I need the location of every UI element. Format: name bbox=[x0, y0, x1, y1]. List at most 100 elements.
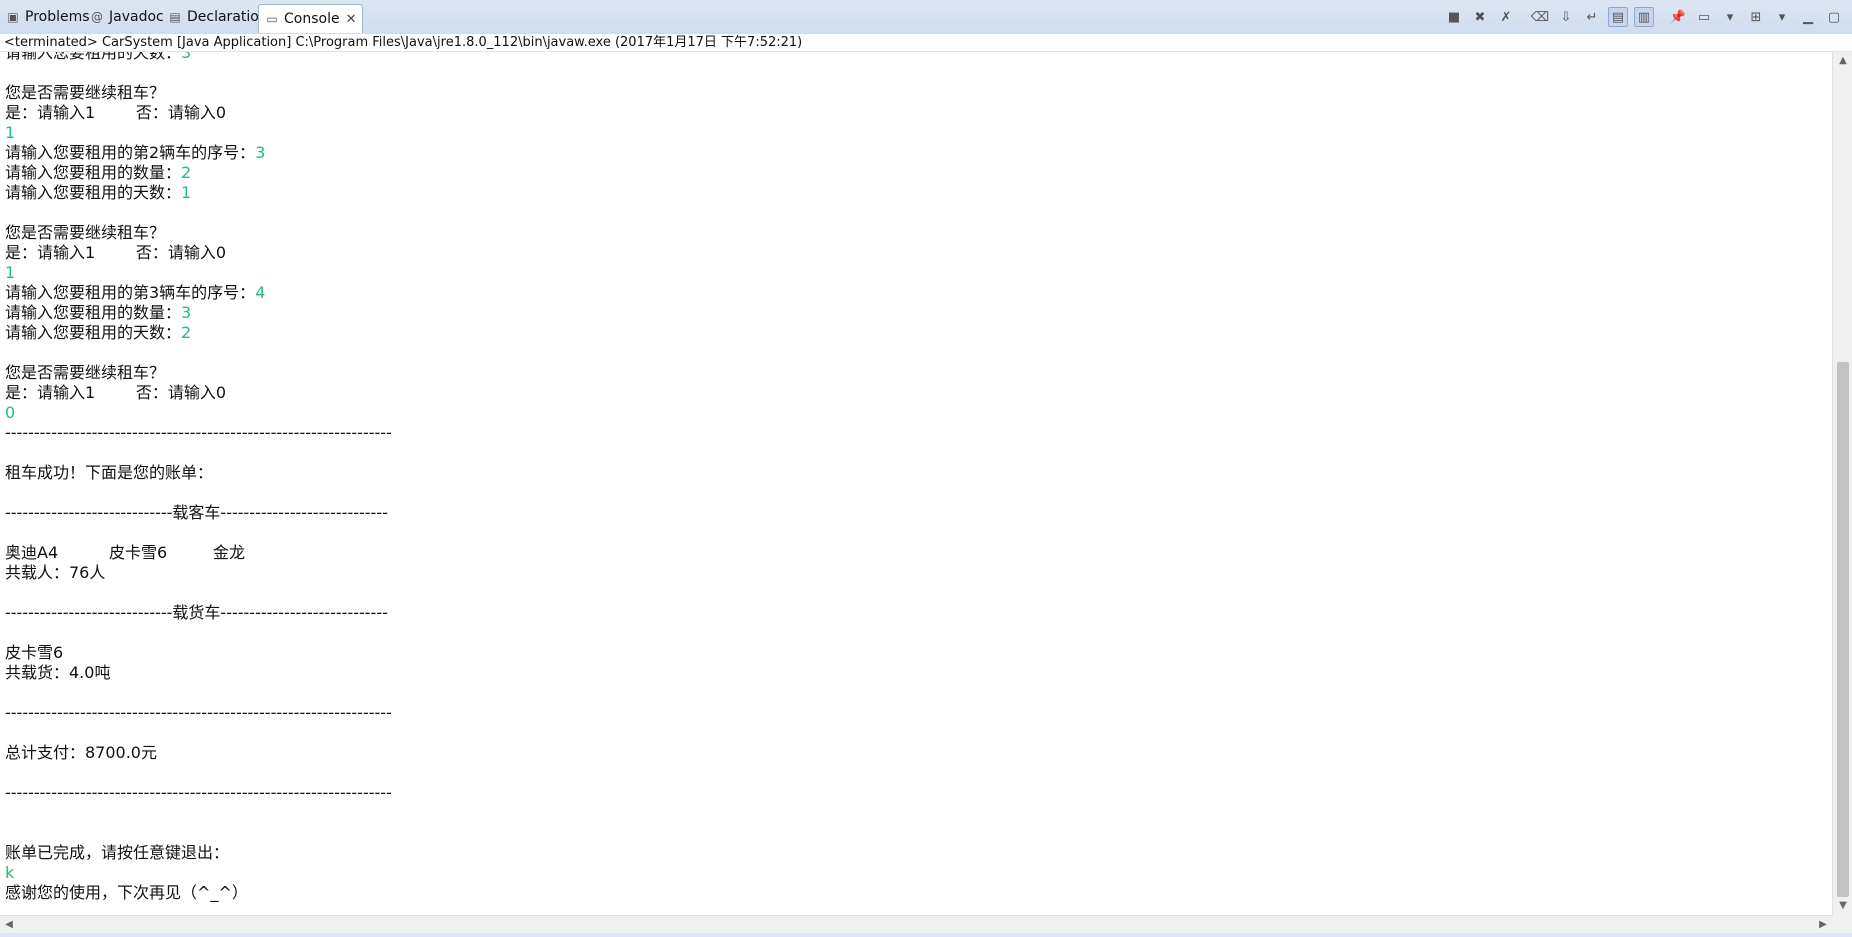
vertical-scrollbar[interactable]: ▲ ▼ bbox=[1832, 52, 1852, 915]
scroll-right-icon[interactable]: ▶ bbox=[1814, 916, 1832, 934]
console-output-text: 租车成功！下面是您的账单： bbox=[5, 463, 214, 482]
pin-console-icon[interactable]: 📌 bbox=[1668, 7, 1688, 27]
console-output-text: 您是否需要继续租车？ bbox=[5, 83, 166, 102]
scroll-down-icon[interactable]: ▼ bbox=[1833, 897, 1852, 915]
console-user-input: 3 bbox=[181, 303, 192, 322]
process-status-line: <terminated> CarSystem [Java Application… bbox=[0, 34, 1852, 52]
console-line: ----------------------------------------… bbox=[5, 703, 392, 723]
console-output-text: 共载人：76人 bbox=[5, 563, 106, 582]
console-lines: 请输入您要租用的天数：3 您是否需要继续租车？ 是：请输入1 否：请输入0 1 请输入您… bbox=[5, 52, 392, 903]
console-user-input: k bbox=[5, 863, 15, 882]
scroll-left-icon[interactable]: ◀ bbox=[0, 916, 18, 934]
tab-declaration[interactable]: ▤ Declaration bbox=[162, 4, 274, 30]
remove-all-terminated-icon[interactable]: ✗ bbox=[1496, 7, 1516, 27]
console-output-text: 请输入您要租用的天数： bbox=[5, 52, 182, 62]
horizontal-scrollbar[interactable]: ◀ ▶ bbox=[0, 915, 1832, 933]
console-line: 请输入您要租用的天数：3 bbox=[5, 52, 392, 63]
console-user-input: 1 bbox=[5, 123, 16, 142]
console-output-text: 感谢您的使用，下次再见（^_^） bbox=[5, 883, 248, 902]
console-output-text: ----------------------------------------… bbox=[5, 783, 392, 802]
open-console-dropdown-icon[interactable]: ▾ bbox=[1772, 7, 1792, 27]
console-user-input: 3 bbox=[255, 143, 266, 162]
console-line: 请输入您要租用的天数：2 bbox=[5, 323, 392, 343]
tab-label: Problems bbox=[25, 9, 90, 25]
console-output[interactable]: 请输入您要租用的天数：3 您是否需要继续租车？ 是：请输入1 否：请输入0 1 请输入您… bbox=[0, 52, 1830, 915]
console-output-text: 请输入您要租用的数量： bbox=[5, 303, 182, 322]
console-output-text: 奥迪A4 皮卡雪6 金龙 bbox=[5, 543, 245, 562]
console-output-text: ----------------------------------------… bbox=[5, 423, 392, 442]
show-on-stderr-icon[interactable]: ▥ bbox=[1634, 7, 1654, 27]
tab-javadoc[interactable]: @ Javadoc bbox=[84, 4, 170, 30]
terminate-icon[interactable]: ■ bbox=[1444, 7, 1464, 27]
open-console-icon[interactable]: ⊞ bbox=[1746, 7, 1766, 27]
console-line: 账单已完成，请按任意键退出： bbox=[5, 843, 392, 863]
scrollbar-thumb[interactable] bbox=[1837, 362, 1849, 897]
console-output-text: 请输入您要租用的第2辆车的序号： bbox=[5, 143, 256, 162]
console-output-text: 请输入您要租用的数量： bbox=[5, 163, 182, 182]
console-output-text: -----------------------------载货车--------… bbox=[5, 603, 388, 622]
console-output-text: 总计支付：8700.0元 bbox=[5, 743, 157, 762]
console-output-text: 皮卡雪6 bbox=[5, 643, 64, 662]
remove-launch-icon[interactable]: ✖ bbox=[1470, 7, 1490, 27]
console-line: 奥迪A4 皮卡雪6 金龙 bbox=[5, 543, 392, 563]
console-output-text: 是：请输入1 否：请输入0 bbox=[5, 243, 227, 262]
console-line: 共载人：76人 bbox=[5, 563, 392, 583]
console-user-input: 2 bbox=[181, 163, 192, 182]
console-output-text: 您是否需要继续租车？ bbox=[5, 363, 166, 382]
tab-label: Javadoc bbox=[109, 9, 164, 25]
console-line: 0 bbox=[5, 403, 392, 423]
console-user-input: 3 bbox=[181, 52, 192, 62]
console-output-text: 请输入您要租用的第3辆车的序号： bbox=[5, 283, 256, 302]
scroll-lock-icon[interactable]: ⇩ bbox=[1556, 7, 1576, 27]
console-line: 共载货：4.0吨 bbox=[5, 663, 392, 683]
console-output-text: ----------------------------------------… bbox=[5, 703, 392, 722]
console-output-text: 是：请输入1 否：请输入0 bbox=[5, 103, 227, 122]
show-on-stdout-icon[interactable]: ▤ bbox=[1608, 7, 1628, 27]
console-line: 总计支付：8700.0元 bbox=[5, 743, 392, 763]
display-console-dropdown-icon[interactable]: ▾ bbox=[1720, 7, 1740, 27]
tab-console[interactable]: ▭ Console ✕ bbox=[258, 4, 364, 33]
view-bottom-border bbox=[0, 933, 1852, 937]
console-line: 您是否需要继续租车？ bbox=[5, 223, 392, 243]
console-line: 1 bbox=[5, 123, 392, 143]
console-line: 请输入您要租用的数量：2 bbox=[5, 163, 392, 183]
declaration-icon: ▤ bbox=[169, 10, 181, 24]
close-icon[interactable]: ✕ bbox=[346, 12, 357, 27]
console-output-text: -----------------------------载客车--------… bbox=[5, 503, 388, 522]
console-line: -----------------------------载货车--------… bbox=[5, 603, 392, 623]
console-user-input: 0 bbox=[5, 403, 16, 422]
problems-icon: ▣ bbox=[7, 10, 19, 24]
console-line: 请输入您要租用的第3辆车的序号：4 bbox=[5, 283, 392, 303]
scroll-up-icon[interactable]: ▲ bbox=[1833, 52, 1852, 70]
console-line: 您是否需要继续租车？ bbox=[5, 363, 392, 383]
display-console-icon[interactable]: ▭ bbox=[1694, 7, 1714, 27]
console-output-text: 共载货：4.0吨 bbox=[5, 663, 111, 682]
console-output-text: 是：请输入1 否：请输入0 bbox=[5, 383, 227, 402]
minimize-icon[interactable]: ▁ bbox=[1798, 7, 1818, 27]
console-line: 请输入您要租用的第2辆车的序号：3 bbox=[5, 143, 392, 163]
console-line: 1 bbox=[5, 263, 392, 283]
tab-problems[interactable]: ▣ Problems bbox=[0, 4, 96, 30]
maximize-icon[interactable]: ▢ bbox=[1824, 7, 1844, 27]
console-line: 皮卡雪6 bbox=[5, 643, 392, 663]
clear-console-icon[interactable]: ⌫ bbox=[1530, 7, 1550, 27]
word-wrap-icon[interactable]: ↵ bbox=[1582, 7, 1602, 27]
console-output-text: 请输入您要租用的天数： bbox=[5, 183, 182, 202]
console-line: ----------------------------------------… bbox=[5, 783, 392, 803]
console-output-text: 账单已完成，请按任意键退出： bbox=[5, 843, 230, 862]
console-user-input: 1 bbox=[181, 183, 192, 202]
console-output-text: 请输入您要租用的天数： bbox=[5, 323, 182, 342]
console-user-input: 4 bbox=[255, 283, 266, 302]
